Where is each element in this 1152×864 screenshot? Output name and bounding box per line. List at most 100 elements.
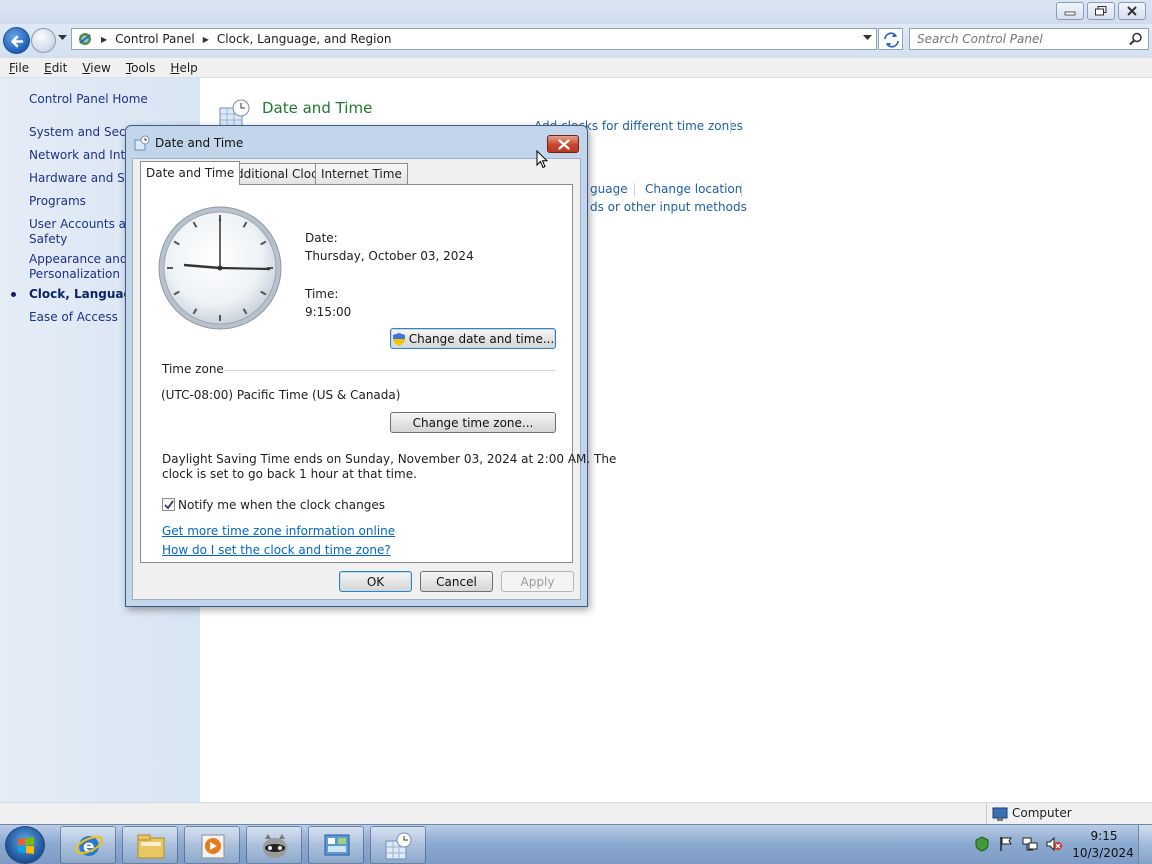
taskbar-windows-explorer[interactable] <box>122 826 178 864</box>
date-time-category-title[interactable]: Date and Time <box>262 99 372 117</box>
link-separator <box>730 120 731 134</box>
address-row: ▶ Control Panel ▶ Clock, Language, and R… <box>0 24 1152 58</box>
time-value: 9:15:00 <box>305 305 352 319</box>
close-icon <box>558 139 570 150</box>
nav-programs[interactable]: Programs <box>29 194 86 209</box>
flag-icon[interactable] <box>998 836 1014 852</box>
dialog-close-button[interactable] <box>547 135 579 153</box>
refresh-icon <box>884 32 899 48</box>
more-timezone-info-link[interactable]: Get more time zone information online <box>162 524 395 538</box>
close-window-button[interactable] <box>1118 2 1146 20</box>
menu-edit-label: dit <box>51 60 68 75</box>
forward-button[interactable] <box>31 28 56 53</box>
apply-button[interactable]: Apply <box>501 571 574 592</box>
nav-hardware-sound[interactable]: Hardware and Sou <box>29 171 140 186</box>
tab-date-and-time[interactable]: Date and Time <box>140 161 241 185</box>
show-desktop-button[interactable] <box>1138 825 1152 864</box>
date-time-icon <box>385 832 412 860</box>
breadcrumb-arrow-icon[interactable]: ▶ <box>101 35 107 44</box>
tab-internet-time[interactable]: Internet Time <box>315 163 408 184</box>
menu-edit[interactable]: Edit <box>38 61 73 75</box>
menu-view-label: iew <box>90 60 111 75</box>
nav-ease-of-access[interactable]: Ease of Access <box>29 310 118 325</box>
status-bar <box>0 802 1152 825</box>
time-label: Time: <box>305 287 339 301</box>
address-bar[interactable]: ▶ Control Panel ▶ Clock, Language, and R… <box>71 28 877 50</box>
how-to-set-clock-link[interactable]: How do I set the clock and time zone? <box>162 543 391 557</box>
timezone-value: (UTC-08:00) Pacific Time (US & Canada) <box>161 388 401 402</box>
address-dropdown-icon[interactable] <box>863 35 872 41</box>
refresh-button[interactable] <box>878 28 903 50</box>
menu-view[interactable]: View <box>76 61 116 75</box>
restore-button[interactable] <box>1087 2 1115 20</box>
internet-explorer-icon: e <box>75 835 103 857</box>
date-value: Thursday, October 03, 2024 <box>305 249 474 263</box>
link-separator <box>634 183 635 197</box>
nav-user-accounts-line2[interactable]: Safety <box>29 232 67 247</box>
current-category-bullet-icon <box>11 292 16 297</box>
taskbar-raccoon-app[interactable] <box>246 826 302 864</box>
region-language-link[interactable]: guage <box>590 182 628 196</box>
minimize-button[interactable] <box>1056 2 1084 20</box>
computer-icon <box>992 807 1008 821</box>
change-date-time-button[interactable]: Change date and time... <box>390 328 556 349</box>
windows-logo-icon <box>18 837 34 854</box>
back-button[interactable] <box>3 27 30 54</box>
date-time-dialog-icon <box>134 135 150 151</box>
status-zone-label: Computer <box>1012 806 1072 820</box>
windows-explorer-icon <box>137 834 165 859</box>
network-icon[interactable] <box>1022 836 1038 852</box>
window-titlebar <box>0 0 1152 24</box>
date-time-tab-panel: Date: Thursday, October 03, 2024 Time: 9… <box>140 184 616 563</box>
menu-tools[interactable]: Tools <box>120 61 162 75</box>
breadcrumb-clock-language-region[interactable]: Clock, Language, and Region <box>217 32 392 46</box>
menu-file[interactable]: File <box>3 61 35 75</box>
menu-file-label: ile <box>15 60 30 75</box>
date-label: Date: <box>305 231 338 245</box>
ok-button[interactable]: OK <box>339 571 412 592</box>
media-player-icon <box>201 834 225 859</box>
taskbar-internet-explorer[interactable]: e <box>60 826 116 864</box>
taskbar-date-time[interactable] <box>370 826 426 864</box>
timezone-group-label: Time zone <box>162 362 224 376</box>
raccoon-app-icon <box>263 834 287 858</box>
search-icon[interactable] <box>1129 32 1143 46</box>
notify-checkbox[interactable] <box>162 498 175 511</box>
menu-bar: File Edit View Tools Help <box>0 58 1152 78</box>
control-panel-home-link[interactable]: Control Panel Home <box>29 92 148 107</box>
recent-pages-dropdown-icon[interactable] <box>58 35 67 41</box>
menu-help-label: elp <box>179 60 198 75</box>
dialog-body: Date and Time Additional Clocks Internet… <box>132 158 616 600</box>
taskbar-media-player[interactable] <box>184 826 240 864</box>
uac-shield-icon <box>392 332 405 345</box>
dst-info-line1: Daylight Saving Time ends on Sunday, Nov… <box>162 452 617 466</box>
control-panel-icon <box>324 834 350 856</box>
cancel-button[interactable]: Cancel <box>420 571 493 592</box>
notify-checkbox-label[interactable]: Notify me when the clock changes <box>178 498 385 512</box>
timezone-group-line <box>224 370 556 371</box>
taskbar: e <box>0 824 1152 864</box>
tray-clock-time[interactable]: 9:15 <box>1083 829 1125 843</box>
analog-clock-icon <box>158 206 282 330</box>
nav-network-internet[interactable]: Network and Inter <box>29 148 137 163</box>
mouse-cursor-icon <box>536 150 549 169</box>
nav-appearance-line2[interactable]: Personalization <box>29 267 120 282</box>
action-center-icon[interactable] <box>974 836 990 852</box>
breadcrumb-arrow-icon[interactable]: ▶ <box>203 35 209 44</box>
link-separator <box>741 183 742 197</box>
menu-help[interactable]: Help <box>164 61 203 75</box>
change-timezone-button[interactable]: Change time zone... <box>390 412 556 433</box>
tray-clock-date[interactable]: 10/3/2024 <box>1070 846 1136 860</box>
breadcrumb-control-panel[interactable]: Control Panel <box>115 32 195 46</box>
volume-muted-icon[interactable] <box>1046 836 1062 852</box>
taskbar-control-panel[interactable] <box>308 826 364 864</box>
start-button[interactable] <box>5 826 45 864</box>
change-keyboards-link[interactable]: ds or other input methods <box>590 200 747 214</box>
search-box[interactable] <box>909 28 1149 50</box>
nav-appearance[interactable]: Appearance and <box>29 252 127 267</box>
change-date-time-label: Change date and time... <box>408 331 555 346</box>
search-input[interactable] <box>917 32 1117 46</box>
change-location-link[interactable]: Change location <box>645 182 742 196</box>
control-panel-icon <box>79 33 91 45</box>
checkmark-icon <box>164 500 174 510</box>
